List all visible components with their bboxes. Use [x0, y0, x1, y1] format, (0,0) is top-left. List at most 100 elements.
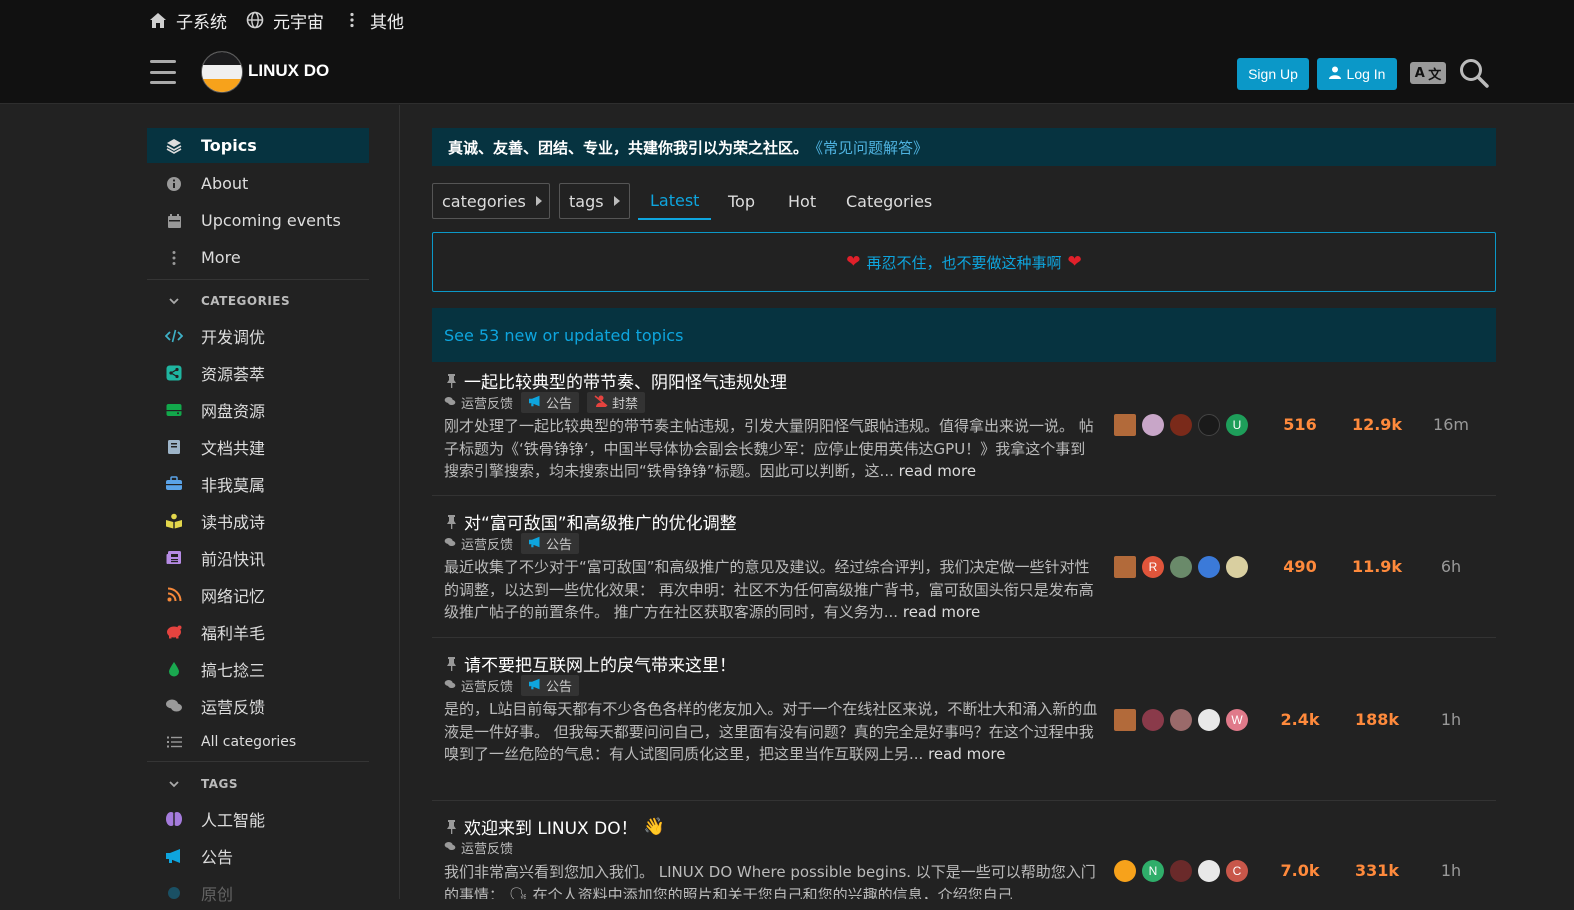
sidebar-item-more[interactable]: More — [147, 240, 369, 275]
topic-title[interactable]: 一起比较典型的带节奏、阴阳怪气违规处理 — [444, 368, 787, 393]
tag-label: 公告 — [546, 397, 573, 412]
topic-category[interactable]: 运营反馈 — [444, 676, 513, 695]
sidebar-item-label: Topics — [201, 136, 257, 155]
read-more-link[interactable]: read more — [928, 745, 1005, 763]
sidebar-category-resources[interactable]: 资源荟萃 — [147, 355, 369, 390]
comments-icon — [444, 536, 456, 551]
login-button[interactable]: Log In — [1317, 58, 1397, 90]
tab-hot[interactable]: Hot — [776, 183, 828, 220]
read-more-link[interactable]: read more — [899, 462, 976, 480]
avatar[interactable] — [1114, 709, 1136, 731]
sidebar-category-reading[interactable]: 读书成诗 — [147, 503, 369, 538]
avatar[interactable] — [1114, 860, 1136, 882]
avatar[interactable] — [1198, 556, 1220, 578]
topnav-item-other[interactable]: 其他 — [342, 8, 404, 33]
sidebar-tag-ai[interactable]: 人工智能 — [147, 801, 369, 836]
sidebar-tag-announcement[interactable]: 公告 — [147, 838, 369, 873]
sidebar-category-misc[interactable]: 搞七捻三 — [147, 651, 369, 686]
topic-posters: R — [1114, 556, 1248, 578]
sidebar-item-label: 文档共建 — [201, 438, 266, 458]
topic-activity[interactable]: 1h — [1426, 861, 1476, 880]
site-logo[interactable] — [201, 51, 243, 93]
sidebar-category-deals[interactable]: 福利羊毛 — [147, 614, 369, 649]
avatar[interactable]: C — [1226, 860, 1248, 882]
topnav-item-metaverse[interactable]: 元宇宙 — [245, 8, 324, 33]
brain-icon — [147, 811, 201, 827]
more-vertical-icon — [147, 250, 201, 266]
topic-row[interactable]: 欢迎来到 LINUX DO！ 👋 运营反馈 我们非常高兴看到您加入我们。 LIN… — [432, 810, 1496, 900]
sidebar-category-memory[interactable]: 网络记忆 — [147, 577, 369, 612]
sidebar-all-categories[interactable]: All categories — [147, 724, 369, 759]
avatar[interactable] — [1198, 709, 1220, 731]
sidebar-divider — [147, 279, 369, 280]
tag-announcement[interactable]: 公告 — [521, 392, 580, 413]
avatar[interactable] — [1170, 860, 1192, 882]
translate-icon[interactable]: A文 — [1410, 62, 1446, 84]
avatar[interactable] — [1226, 556, 1248, 578]
topnav-item-subsystems[interactable]: 子系统 — [148, 8, 227, 33]
avatar[interactable]: R — [1142, 556, 1164, 578]
sidebar-item-about[interactable]: About — [147, 166, 369, 201]
topic-row[interactable]: 对“富可敌国”和高级推广的优化调整 运营反馈 公告 最近收集了不少对于“富可敌国… — [432, 505, 1496, 638]
topic-category-label: 运营反馈 — [461, 680, 514, 695]
tag-announcement[interactable]: 公告 — [521, 675, 580, 696]
avatar[interactable] — [1198, 414, 1220, 436]
avatar[interactable] — [1114, 414, 1136, 436]
avatar[interactable]: W — [1226, 709, 1248, 731]
categories-dropdown-label: categories — [442, 191, 526, 211]
avatar[interactable] — [1142, 414, 1164, 436]
topic-row[interactable]: 一起比较典型的带节奏、阴阳怪气违规处理 运营反馈 公告 封禁 刚才处理了一起比较… — [432, 364, 1496, 496]
avatar[interactable] — [1142, 709, 1164, 731]
read-more-link[interactable]: read more — [903, 603, 980, 621]
topic-replies[interactable]: 7.0k — [1270, 861, 1330, 880]
topic-replies[interactable]: 516 — [1270, 415, 1330, 434]
topic-replies[interactable]: 490 — [1270, 557, 1330, 576]
sidebar-category-jobs[interactable]: 非我莫属 — [147, 466, 369, 501]
topic-meta: 运营反馈 — [444, 838, 513, 857]
categories-dropdown[interactable]: categories — [432, 183, 550, 219]
sidebar-category-feedback[interactable]: 运营反馈 — [147, 688, 369, 723]
topic-replies[interactable]: 2.4k — [1270, 710, 1330, 729]
sidebar-category-dev[interactable]: 开发调优 — [147, 318, 369, 353]
new-topics-button[interactable]: See 53 new or updated topics — [432, 308, 1496, 362]
sidebar-item-topics[interactable]: Topics — [147, 128, 369, 163]
topic-category[interactable]: 运营反馈 — [444, 393, 513, 412]
site-brand[interactable]: LINUX DO — [248, 61, 329, 81]
topic-category[interactable]: 运营反馈 — [444, 534, 513, 553]
search-icon[interactable] — [1458, 57, 1490, 89]
tab-latest[interactable]: Latest — [638, 183, 712, 220]
topic-activity[interactable]: 1h — [1426, 710, 1476, 729]
signup-button[interactable]: Sign Up — [1237, 58, 1309, 90]
topic-title[interactable]: 对“富可敌国”和高级推广的优化调整 — [444, 509, 737, 534]
sidebar-category-docs[interactable]: 文档共建 — [147, 429, 369, 464]
tag-announcement[interactable]: 公告 — [521, 533, 580, 554]
topic-activity[interactable]: 6h — [1426, 557, 1476, 576]
avatar[interactable] — [1170, 556, 1192, 578]
sidebar-category-netdisk[interactable]: 网盘资源 — [147, 392, 369, 427]
topic-title[interactable]: 请不要把互联网上的戾气带来这里！ — [444, 651, 736, 676]
avatar[interactable]: U — [1226, 414, 1248, 436]
topic-excerpt: 刚才处理了一起比较典型的带节奏主帖违规，引发大量阴阳怪气跟帖违规。值得拿出来说一… — [444, 415, 1099, 483]
faq-link[interactable]: 《常见问题解答》 — [808, 137, 928, 158]
topic-category[interactable]: 运营反馈 — [444, 838, 513, 857]
sidebar-item-upcoming-events[interactable]: Upcoming events — [147, 203, 369, 238]
layers-icon — [147, 138, 201, 154]
tab-categories[interactable]: Categories — [834, 183, 944, 220]
avatar[interactable] — [1170, 414, 1192, 436]
avatar[interactable] — [1198, 860, 1220, 882]
sidebar-tag-original[interactable]: 原创 — [147, 875, 369, 910]
topic-row[interactable]: 请不要把互联网上的戾气带来这里！ 运营反馈 公告 是的，L站目前每天都有不少各色… — [432, 647, 1496, 801]
tag-ban[interactable]: 封禁 — [587, 392, 646, 413]
categories-section-header[interactable]: CATEGORIES — [147, 286, 369, 316]
tags-section-header[interactable]: TAGS — [147, 769, 369, 799]
avatar[interactable] — [1114, 556, 1136, 578]
avatar[interactable] — [1170, 709, 1192, 731]
sidebar-category-news[interactable]: 前沿快讯 — [147, 540, 369, 575]
avatar[interactable]: N — [1142, 860, 1164, 882]
tab-top[interactable]: Top — [716, 183, 767, 220]
tags-dropdown[interactable]: tags — [559, 183, 630, 219]
hamburger-menu-icon[interactable] — [150, 60, 176, 84]
topic-title-text: 一起比较典型的带节奏、阴阳怪气违规处理 — [464, 373, 787, 393]
topic-activity[interactable]: 16m — [1426, 415, 1476, 434]
topic-title[interactable]: 欢迎来到 LINUX DO！ 👋 — [444, 814, 665, 839]
